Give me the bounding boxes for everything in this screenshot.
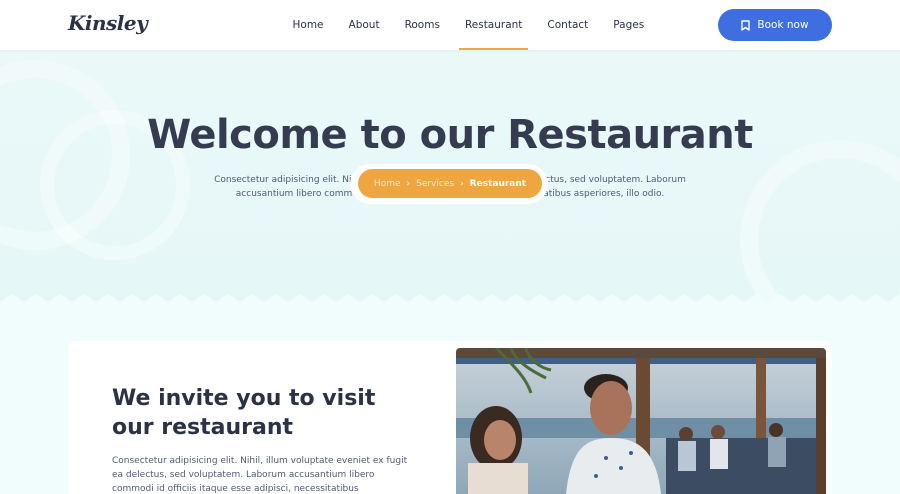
chevron-right-icon: › — [406, 178, 411, 189]
restaurant-photo — [456, 348, 826, 494]
nav-item-about[interactable]: About — [336, 0, 392, 50]
section-title: We invite you to visit our restaurant — [112, 386, 376, 440]
section-text: Consectetur adipisicing elit. Nihil, ill… — [112, 456, 408, 494]
breadcrumb-home[interactable]: Home — [374, 179, 401, 189]
nav-item-restaurant[interactable]: Restaurant — [452, 0, 534, 50]
nav-item-pages[interactable]: Pages — [601, 0, 657, 50]
breadcrumb: Home › Services › Restaurant — [358, 169, 542, 198]
book-now-button[interactable]: Book now — [718, 9, 832, 41]
book-now-label: Book now — [757, 19, 809, 31]
nav-item-home[interactable]: Home — [280, 0, 336, 50]
breadcrumb-current: Restaurant — [469, 178, 527, 189]
zigzag-divider — [0, 294, 900, 314]
chevron-right-icon: › — [460, 178, 464, 189]
breadcrumb-services[interactable]: Services — [416, 179, 454, 189]
bookmark-icon — [741, 19, 751, 31]
nav-item-rooms[interactable]: Rooms — [392, 0, 452, 50]
nav-item-contact[interactable]: Contact — [535, 0, 601, 50]
main-nav: Home About Rooms Restaurant Contact Page… — [280, 0, 657, 50]
page-title: Welcome to our Restaurant — [147, 112, 753, 158]
site-header: Kinsley Home About Rooms Restaurant Cont… — [0, 0, 900, 50]
logo[interactable]: Kinsley — [68, 11, 148, 35]
hero-decoration — [740, 140, 900, 310]
